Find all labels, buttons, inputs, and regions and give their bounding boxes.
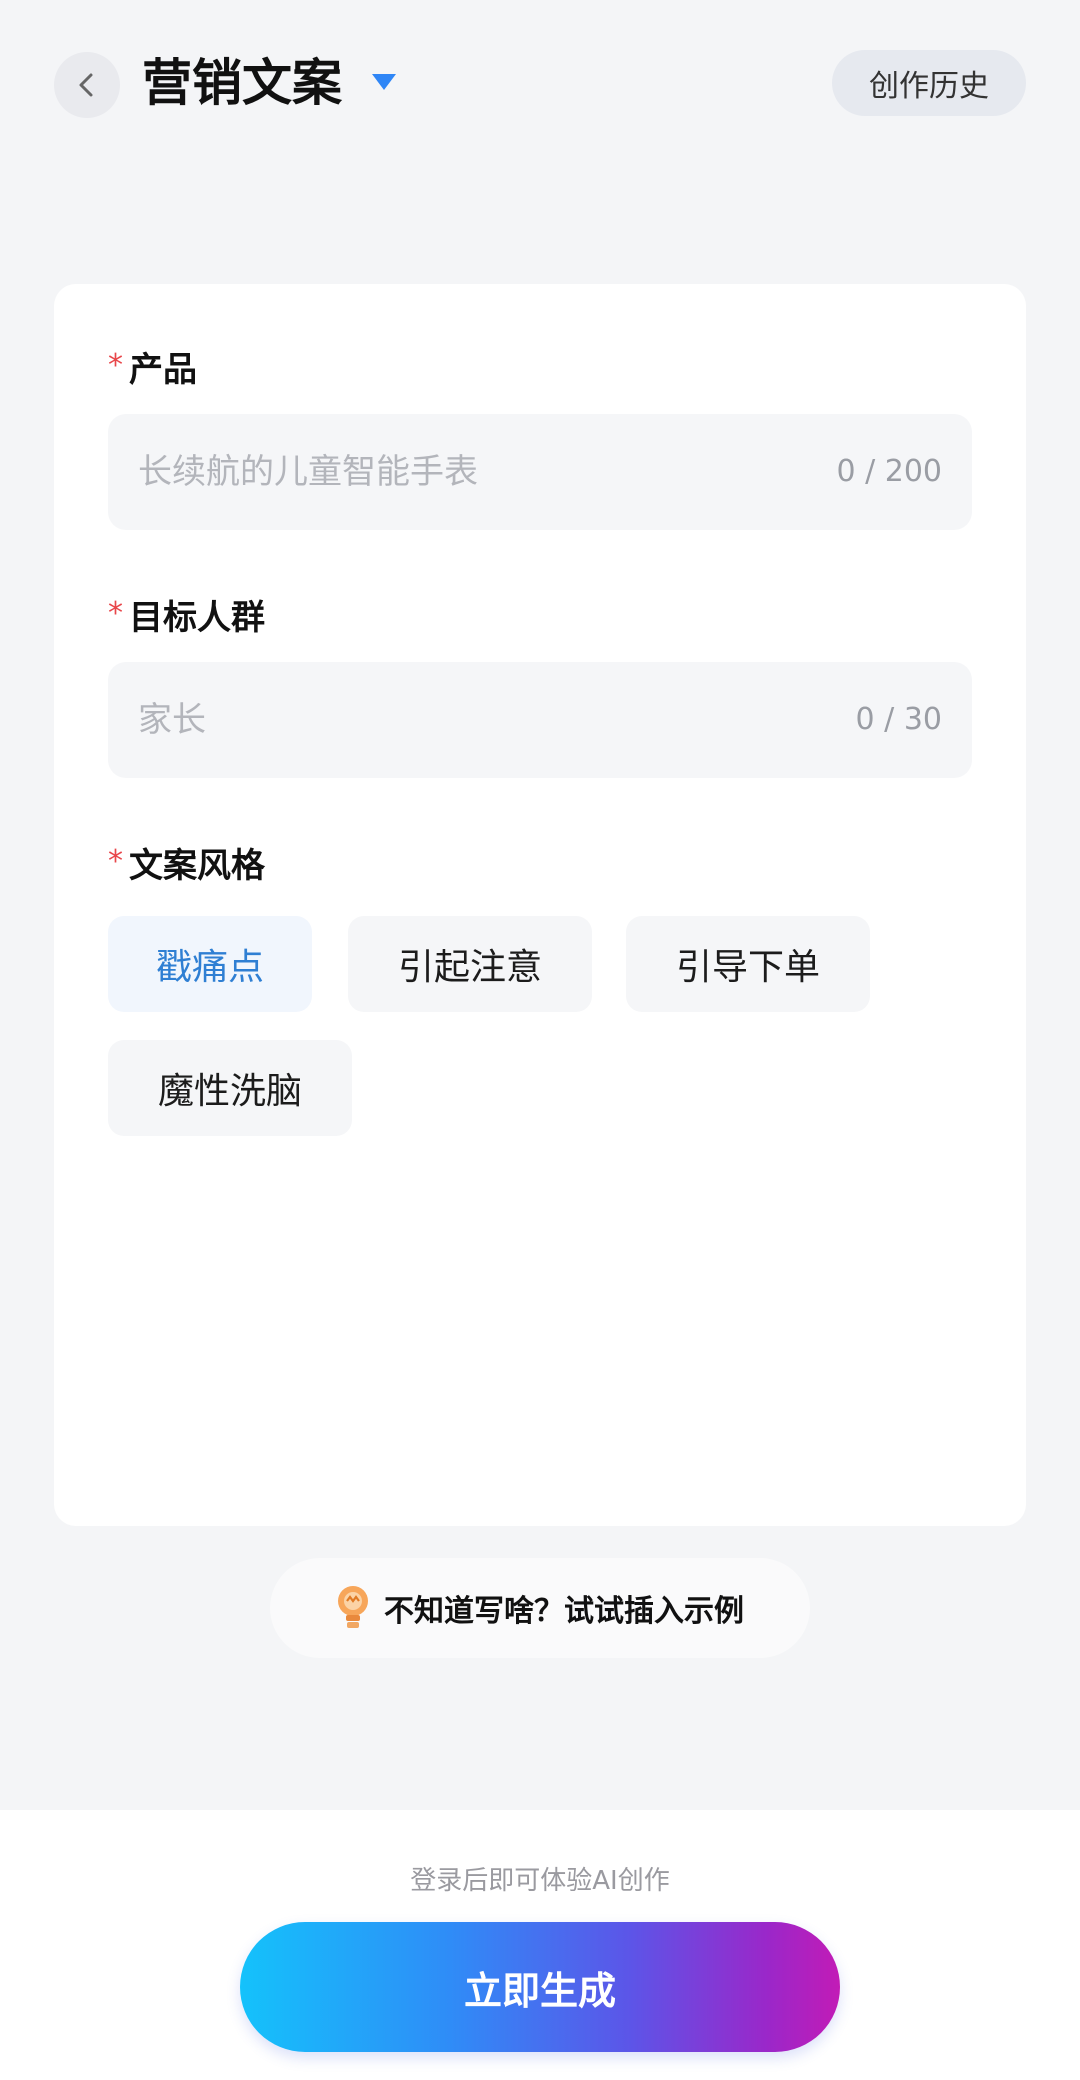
insert-example-label: 不知道写啥？试试插入示例 [384, 1594, 744, 1629]
chevron-left-icon [79, 73, 93, 97]
required-mark: * [108, 596, 123, 631]
required-mark: * [108, 348, 123, 383]
creation-history-button[interactable]: 创作历史 [832, 50, 1026, 116]
page: 营销文案 创作历史 * 产品 长续航的儿童智能手表 0 / 200 * 目标人群 家… [0, 0, 1080, 2080]
product-placeholder: 长续航的儿童智能手表 [138, 452, 478, 492]
product-label: * 产品 [108, 348, 197, 390]
style-label: * 文案风格 [108, 844, 265, 886]
required-mark: * [108, 844, 123, 879]
product-input[interactable]: 长续航的儿童智能手表 0 / 200 [108, 414, 972, 530]
style-chip-catchy[interactable]: 魔性洗脑 [108, 1040, 352, 1136]
audience-input[interactable]: 家长 0 / 30 [108, 662, 972, 778]
back-button[interactable] [54, 52, 120, 118]
dropdown-caret-icon[interactable] [372, 74, 396, 90]
audience-placeholder: 家长 [138, 700, 206, 740]
style-chip-pain-point[interactable]: 戳痛点 [108, 916, 312, 1012]
page-title[interactable]: 营销文案 [142, 48, 342, 118]
insert-example-button[interactable]: 不知道写啥？试试插入示例 [270, 1558, 810, 1658]
product-char-counter: 0 / 200 [836, 454, 942, 489]
audience-char-counter: 0 / 30 [855, 702, 942, 737]
generate-button[interactable]: 立即生成 [240, 1922, 840, 2052]
form-card: * 产品 长续航的儿童智能手表 0 / 200 * 目标人群 家长 0 / 30 *… [54, 284, 1026, 1526]
bottom-bar: 登录后即可体验AI创作 立即生成 [0, 1810, 1080, 2080]
login-tip: 登录后即可体验AI创作 [410, 1866, 670, 1896]
lightbulb-icon [338, 1586, 368, 1628]
audience-label: * 目标人群 [108, 596, 265, 638]
style-chip-order[interactable]: 引导下单 [626, 916, 870, 1012]
style-chip-attention[interactable]: 引起注意 [348, 916, 592, 1012]
